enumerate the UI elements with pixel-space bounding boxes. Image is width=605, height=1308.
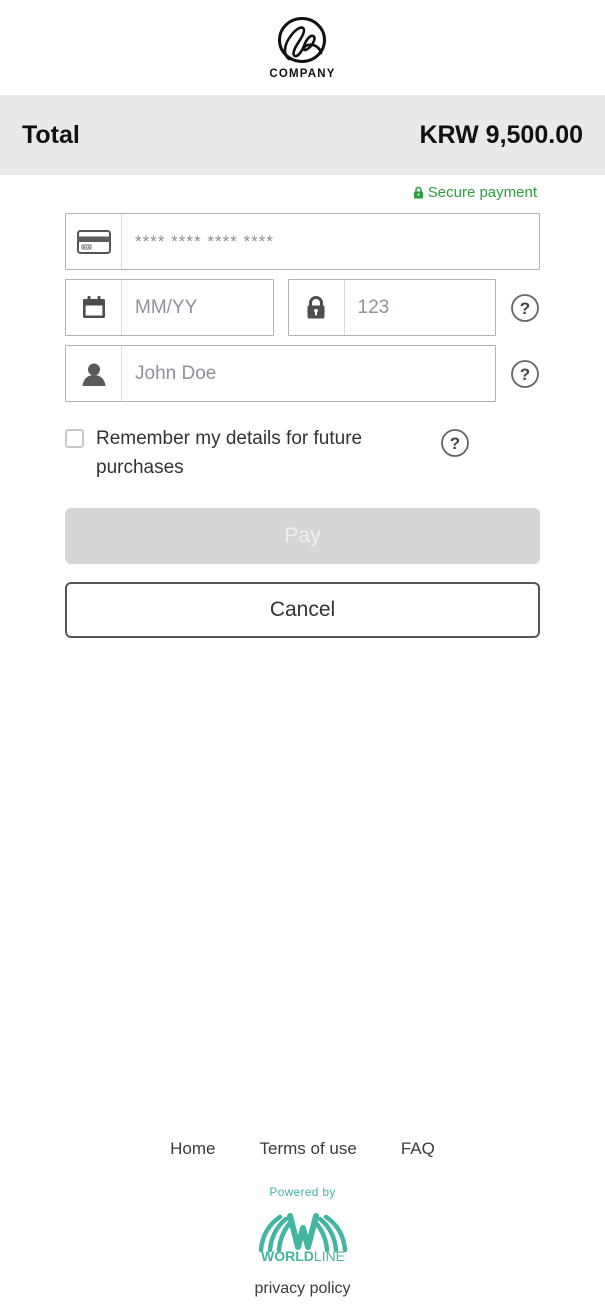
remember-details-row[interactable]: Remember my details for future purchases… xyxy=(65,424,540,482)
padlock-icon xyxy=(289,280,345,335)
company-monogram-icon xyxy=(278,17,327,63)
page-footer: Home Terms of use FAQ Powered by WORLDLI… xyxy=(0,1139,605,1308)
expiry-date-field[interactable] xyxy=(65,279,274,336)
total-label: Total xyxy=(22,120,80,149)
brand-header: COMPANY xyxy=(0,0,605,95)
lock-icon xyxy=(413,186,423,198)
footer-link-faq[interactable]: FAQ xyxy=(401,1139,435,1159)
credit-card-icon xyxy=(66,214,122,269)
cvv-field[interactable] xyxy=(287,279,496,336)
cardholder-name-input[interactable] xyxy=(122,346,495,401)
card-number-field[interactable] xyxy=(65,213,540,270)
svg-text:?: ? xyxy=(520,299,530,318)
pay-button[interactable]: Pay xyxy=(65,508,540,564)
cvv-help-icon[interactable]: ? xyxy=(510,293,540,323)
footer-link-home[interactable]: Home xyxy=(170,1139,215,1159)
order-total-bar: Total KRW 9,500.00 xyxy=(0,95,605,175)
total-amount: KRW 9,500.00 xyxy=(419,120,583,149)
footer-links: Home Terms of use FAQ xyxy=(0,1139,605,1159)
cardholder-name-field[interactable] xyxy=(65,345,496,402)
privacy-policy-link[interactable]: privacy policy xyxy=(0,1280,605,1298)
svg-text:?: ? xyxy=(450,434,460,453)
payment-form: ? ? Remember my details for future purch… xyxy=(0,203,605,638)
secure-payment-notice: Secure payment xyxy=(0,175,605,203)
powered-by-label: Powered by xyxy=(269,1185,336,1199)
footer-link-terms-of-use[interactable]: Terms of use xyxy=(260,1139,357,1159)
remember-details-label: Remember my details for future purchases xyxy=(96,428,363,478)
person-icon xyxy=(66,346,122,401)
cvv-input[interactable] xyxy=(344,280,495,335)
worldline-fan-icon: WORLDLINE xyxy=(258,1213,347,1264)
remember-details-checkbox[interactable] xyxy=(65,429,84,448)
expiry-date-input[interactable] xyxy=(122,280,273,335)
cardholder-help-icon[interactable]: ? xyxy=(510,359,540,389)
secure-payment-text: Secure payment xyxy=(427,183,537,201)
card-number-row xyxy=(65,213,540,270)
svg-text:WORLDLINE: WORLDLINE xyxy=(260,1248,344,1264)
cancel-button[interactable]: Cancel xyxy=(65,582,540,638)
provider-branding: Powered by WORLDLINE xyxy=(0,1185,605,1264)
merchant-logo: COMPANY xyxy=(269,15,335,80)
card-number-input[interactable] xyxy=(122,214,539,269)
merchant-name: COMPANY xyxy=(269,68,336,80)
calendar-icon xyxy=(66,280,122,335)
expiry-cvv-row: ? xyxy=(65,279,540,336)
remember-details-help-icon[interactable]: ? xyxy=(440,428,470,458)
cardholder-name-row: ? xyxy=(65,345,540,402)
svg-text:?: ? xyxy=(520,365,530,384)
